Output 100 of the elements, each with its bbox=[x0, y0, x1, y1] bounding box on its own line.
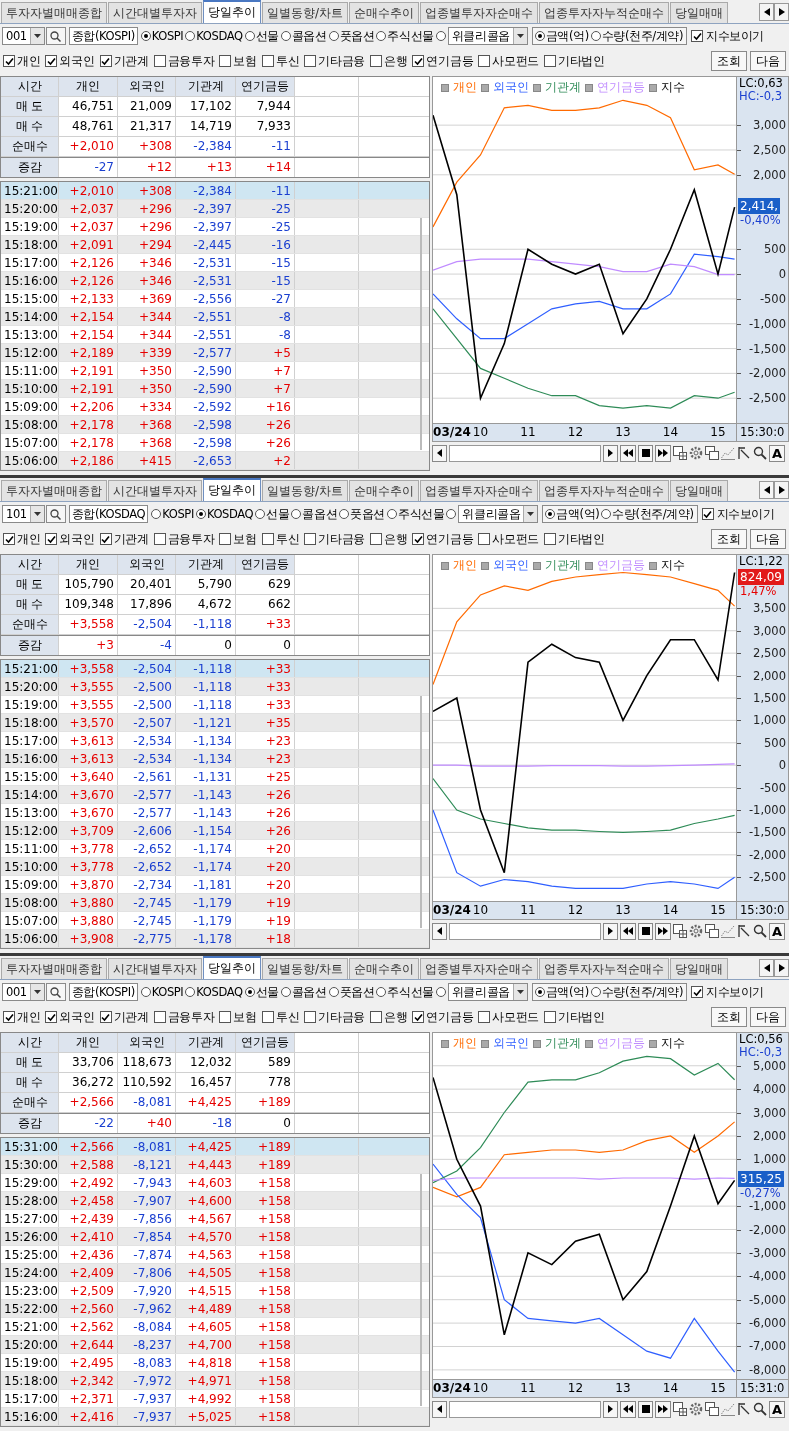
checkbox-label[interactable]: 사모펀드 bbox=[492, 1008, 540, 1026]
option-dropdown[interactable]: 위클리콜옵 bbox=[447, 27, 528, 45]
checkbox-label[interactable]: 연기금등 bbox=[426, 1008, 474, 1026]
checkbox[interactable] bbox=[99, 533, 112, 545]
tab[interactable]: 당일매매 bbox=[670, 480, 729, 501]
code-dropdown[interactable]: 001 bbox=[2, 27, 45, 45]
table-row[interactable]: 15:18:00 +2,091 +294 -2,445 -16 bbox=[1, 236, 429, 254]
checkbox[interactable] bbox=[304, 533, 317, 545]
tab-scroll-left-button[interactable] bbox=[759, 3, 774, 21]
market-field[interactable]: 종합(KOSPI) bbox=[68, 27, 138, 45]
radio-button[interactable] bbox=[534, 987, 545, 997]
table-row[interactable]: 15:16:00 +2,416 -7,937 +5,025 +158 bbox=[1, 1408, 429, 1426]
checkbox[interactable] bbox=[544, 533, 557, 545]
table-row[interactable]: 15:06:00 +2,186 +415 -2,653 +2 bbox=[1, 452, 429, 470]
table-row[interactable]: 15:16:00 +2,126 +346 -2,531 -15 bbox=[1, 272, 429, 290]
checkbox-label[interactable]: 은행 bbox=[384, 1008, 408, 1026]
checkbox[interactable] bbox=[478, 1011, 491, 1023]
query-button[interactable]: 다음 bbox=[750, 51, 786, 71]
search-button[interactable] bbox=[45, 27, 66, 45]
radio-button[interactable] bbox=[328, 31, 339, 41]
table-row[interactable]: 15:30:00 +2,588 -8,121 +4,443 +189 bbox=[1, 1156, 429, 1174]
checkbox-label[interactable]: 기관계 bbox=[113, 1008, 149, 1026]
checkbox-label[interactable]: 보험 bbox=[233, 530, 257, 548]
option-label[interactable]: KOSPI bbox=[151, 985, 184, 999]
option-label[interactable]: 선물 bbox=[255, 28, 279, 44]
table-row[interactable]: 15:08:00 +2,178 +368 -2,598 +26 bbox=[1, 416, 429, 434]
option-label[interactable]: 주식선물 bbox=[397, 506, 445, 522]
checkbox-label[interactable]: 투신 bbox=[275, 530, 300, 548]
checkbox[interactable] bbox=[99, 55, 112, 67]
checkbox-label[interactable]: 은행 bbox=[384, 530, 408, 548]
checkbox-label[interactable]: 연기금등 bbox=[426, 530, 474, 548]
radio-button[interactable] bbox=[376, 987, 387, 997]
table-row[interactable]: 15:21:00 +3,558 -2,504 -1,118 +33 bbox=[1, 660, 429, 678]
gear-icon[interactable] bbox=[689, 446, 703, 460]
checkbox-label[interactable]: 연기금등 bbox=[426, 52, 474, 70]
table-row[interactable]: 15:12:00 +3,709 -2,606 -1,154 +26 bbox=[1, 822, 429, 840]
option-label[interactable]: 콜옵션 bbox=[291, 984, 327, 1000]
radio-button[interactable] bbox=[140, 987, 151, 997]
fast-forward-button[interactable] bbox=[655, 922, 671, 940]
checkbox-label[interactable]: 기관계 bbox=[113, 52, 149, 70]
checkbox[interactable] bbox=[370, 55, 383, 67]
radio-button[interactable] bbox=[590, 31, 601, 41]
gear-icon[interactable] bbox=[689, 1402, 703, 1416]
option-label[interactable]: 주식선물 bbox=[387, 28, 434, 44]
checkbox[interactable] bbox=[219, 1011, 232, 1023]
window-grid-icon[interactable] bbox=[673, 1402, 687, 1416]
tab[interactable]: 업종별투자자순매수 bbox=[420, 480, 539, 501]
code-dropdown[interactable]: 101 bbox=[2, 505, 45, 523]
checkbox-label[interactable]: 기타금융 bbox=[318, 52, 366, 70]
checkbox-label[interactable]: 기타법인 bbox=[558, 1008, 605, 1026]
tab-scroll-left-button[interactable] bbox=[759, 959, 774, 977]
radio-button[interactable] bbox=[601, 509, 612, 519]
tab[interactable]: 순매수추이 bbox=[349, 958, 420, 979]
tab[interactable]: 당일매매 bbox=[670, 2, 729, 23]
option-label[interactable]: KOSDAQ bbox=[196, 985, 243, 999]
checkbox-label[interactable]: 사모펀드 bbox=[492, 530, 540, 548]
checkbox[interactable] bbox=[153, 55, 166, 67]
radio-button[interactable] bbox=[280, 31, 291, 41]
table-row[interactable]: 15:14:00 +3,670 -2,577 -1,143 +26 bbox=[1, 786, 429, 804]
checkbox[interactable] bbox=[370, 1011, 383, 1023]
tab[interactable]: 당일추이 bbox=[203, 0, 261, 23]
checkbox[interactable] bbox=[153, 533, 166, 545]
checkbox-label[interactable]: 기타법인 bbox=[558, 530, 605, 548]
stop-button[interactable] bbox=[638, 1400, 653, 1418]
market-field[interactable]: 종합(KOSDAQ bbox=[68, 505, 149, 523]
table-row[interactable]: 15:24:00 +2,409 -7,806 +4,505 +158 bbox=[1, 1264, 429, 1282]
checkbox-label[interactable]: 외국인 bbox=[59, 52, 95, 70]
checkbox[interactable] bbox=[3, 55, 15, 67]
option-dropdown[interactable]: 위클리콜옵 bbox=[447, 983, 528, 1001]
rewind-button[interactable] bbox=[620, 444, 636, 462]
table-row[interactable]: 15:06:00 +3,908 -2,775 -1,178 +18 bbox=[1, 930, 429, 948]
tab[interactable]: 시간대별투자자 bbox=[108, 958, 202, 979]
scroll-left-button[interactable] bbox=[432, 1400, 447, 1418]
option-dropdown[interactable]: 위클리콜옵 bbox=[458, 505, 539, 523]
radio-button[interactable] bbox=[386, 509, 397, 519]
option-label[interactable]: 수량(천주/계약) bbox=[612, 506, 694, 522]
checkbox[interactable] bbox=[544, 55, 557, 67]
option-label[interactable]: 선물 bbox=[255, 984, 279, 1000]
search-icon[interactable] bbox=[753, 924, 767, 938]
fast-forward-button[interactable] bbox=[655, 1400, 671, 1418]
checkbox-label[interactable]: 개인 bbox=[17, 52, 41, 70]
table-row[interactable]: 15:26:00 +2,410 -7,854 +4,570 +158 bbox=[1, 1228, 429, 1246]
table-row[interactable]: 15:12:00 +2,189 +339 -2,577 +5 bbox=[1, 344, 429, 362]
checkbox[interactable] bbox=[3, 533, 15, 545]
option-label[interactable]: 수량(천주/계약) bbox=[601, 984, 684, 1000]
option-label[interactable]: 풋옵션 bbox=[339, 28, 375, 44]
tab-scroll-right-button[interactable] bbox=[774, 481, 789, 499]
market-field[interactable]: 종합(KOSPI) bbox=[68, 983, 138, 1001]
radio-button[interactable] bbox=[291, 509, 302, 519]
rewind-button[interactable] bbox=[620, 1400, 636, 1418]
tab[interactable]: 당일매매 bbox=[670, 958, 729, 979]
option-label[interactable]: KOSPI bbox=[151, 29, 184, 43]
checkbox[interactable] bbox=[691, 30, 704, 42]
cursor-icon[interactable] bbox=[737, 446, 751, 460]
option-label[interactable]: 주식선물 bbox=[387, 984, 434, 1000]
checkbox[interactable] bbox=[219, 533, 232, 545]
scroll-right-button[interactable] bbox=[603, 444, 618, 462]
option-label[interactable]: KOSPI bbox=[162, 507, 194, 521]
checkbox[interactable] bbox=[304, 55, 317, 67]
checkbox[interactable] bbox=[412, 55, 425, 67]
